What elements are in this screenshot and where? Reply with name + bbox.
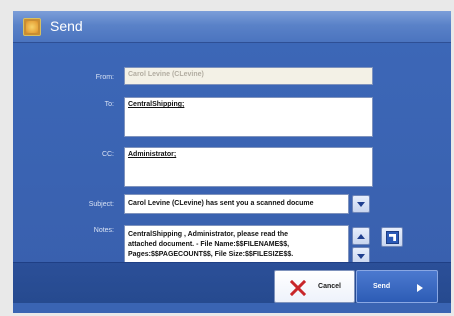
subject-label: Subject: — [88, 201, 114, 208]
cancel-button[interactable]: Cancel — [274, 270, 355, 303]
from-label: From: — [95, 74, 114, 81]
notes-line-2: attached document. - File Name:$$FILENAM… — [128, 241, 290, 248]
notes-label: Notes: — [93, 227, 114, 234]
cc-label: CC: — [101, 151, 114, 158]
expand-icon — [386, 231, 399, 244]
subject-value: Carol Levine (CLevine) has sent you a sc… — [128, 200, 314, 207]
notes-line-1: CentralShipping , Administrator, please … — [128, 231, 288, 238]
title-bar: Send — [13, 11, 451, 43]
subject-dropdown-button[interactable] — [352, 195, 370, 213]
chevron-down-icon — [357, 202, 365, 207]
notes-line-3: Pages:$$PAGECOUNT$$, File Size:$$FILESIZ… — [128, 251, 294, 258]
chevron-up-icon — [357, 234, 365, 239]
from-value: Carol Levine (CLevine) — [128, 71, 204, 78]
cc-field[interactable]: Administrator; — [124, 147, 373, 187]
notes-textarea[interactable]: CentralShipping , Administrator, please … — [124, 225, 349, 267]
from-field: Carol Levine (CLevine) — [124, 67, 373, 85]
cancel-label: Cancel — [318, 283, 341, 290]
notes-scroll-up-button[interactable] — [352, 227, 370, 245]
to-recipient[interactable]: CentralShipping; — [128, 101, 184, 108]
cc-recipient[interactable]: Administrator; — [128, 151, 176, 158]
chevron-down-icon — [357, 254, 365, 259]
app-icon — [23, 18, 41, 36]
notes-expand-button[interactable] — [381, 227, 403, 247]
arrow-right-icon — [417, 284, 423, 292]
close-icon — [290, 280, 306, 296]
to-field[interactable]: CentralShipping; — [124, 97, 373, 137]
to-label: To: — [104, 101, 114, 108]
send-label: Send — [373, 283, 391, 290]
send-button[interactable]: Send — [356, 270, 438, 303]
subject-select[interactable]: Carol Levine (CLevine) has sent you a sc… — [124, 194, 349, 214]
window-title: Send — [50, 18, 83, 34]
